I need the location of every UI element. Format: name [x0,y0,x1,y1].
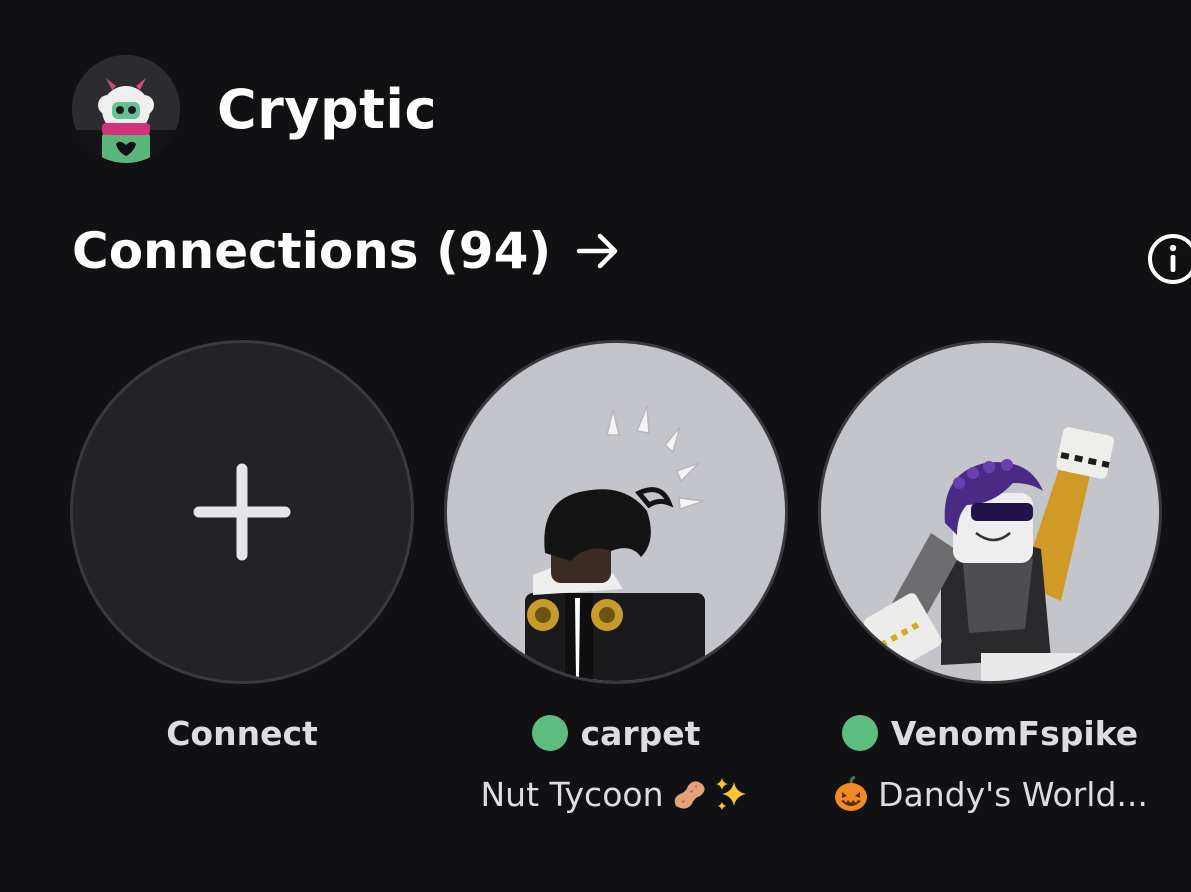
plus-icon [193,463,291,561]
friend-activity[interactable]: Nut Tycoon [441,775,791,814]
connections-screen: Cryptic Connections (94) Connect carpet … [0,0,1191,892]
friend-avatar[interactable] [444,340,788,684]
online-status-icon [841,715,878,751]
friend-name: VenomFspike [815,713,1165,753]
friend-tile-carpet[interactable]: carpet Nut Tycoon [441,340,791,814]
friend-name: carpet [441,713,791,753]
connections-title: Connections (94) [72,222,552,280]
profile-header[interactable]: Cryptic [72,55,437,163]
avatar-image [72,55,180,163]
friend-activity[interactable]: Dandy's World... [815,775,1165,814]
info-icon[interactable] [1146,232,1191,286]
activity-text: Dandy's World... [878,775,1148,814]
connect-label: Connect [166,713,318,753]
peanut-emoji [674,780,705,809]
arrow-right-icon [576,233,618,269]
sparkles-emoji [715,777,746,810]
friend-username: VenomFspike [890,713,1139,753]
activity-text: Nut Tycoon [480,775,664,814]
online-status-icon [531,715,568,751]
jack-o-lantern-emoji [835,775,868,811]
avatar-image [525,405,705,681]
friend-avatar[interactable] [818,340,1162,684]
friend-tile-venomfspike[interactable]: VenomFspike Dandy's World... [815,340,1165,814]
profile-avatar[interactable] [72,55,180,163]
connect-tile[interactable]: Connect [67,340,417,753]
profile-name: Cryptic [217,77,437,141]
connections-header-link[interactable]: Connections (94) [72,222,623,280]
friend-username: carpet [580,713,701,753]
avatar-image [863,427,1114,681]
add-connection-button[interactable] [70,340,414,684]
